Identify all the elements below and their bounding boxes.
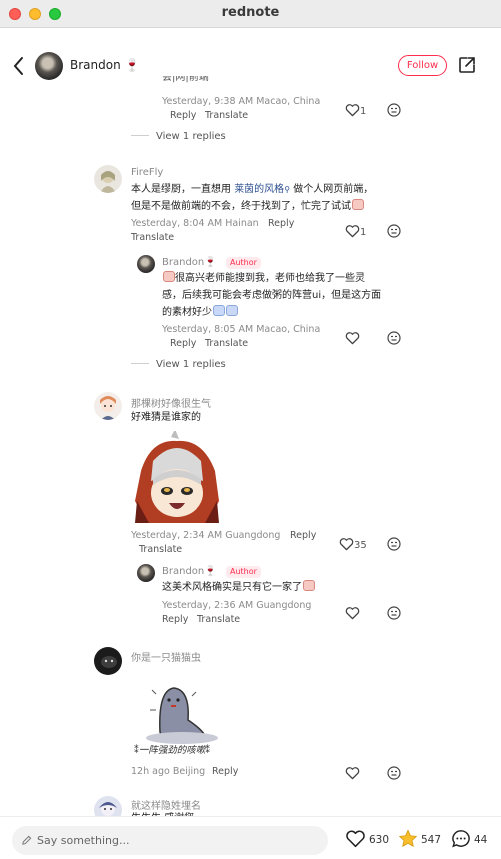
note-comment-button[interactable]: 44 bbox=[451, 829, 487, 848]
dislike-icon[interactable] bbox=[387, 537, 401, 551]
follow-button[interactable]: Follow bbox=[398, 55, 447, 76]
like-button[interactable]: 35 bbox=[339, 537, 367, 551]
translate-button[interactable]: Translate bbox=[205, 110, 248, 121]
translate-button[interactable]: Translate bbox=[205, 338, 248, 349]
view-replies-link[interactable]: View 1 replies bbox=[131, 359, 226, 370]
sticker-caption: ⁑一阵强劲的咳嗽⁑ bbox=[134, 745, 211, 756]
author-badge: Author bbox=[226, 257, 261, 269]
reply-button[interactable]: Reply bbox=[170, 338, 196, 349]
dislike-icon[interactable] bbox=[387, 224, 401, 238]
commenter-name[interactable]: 你是一只猫猫虫 bbox=[131, 649, 201, 664]
note-collect-button[interactable]: 547 bbox=[398, 829, 441, 848]
heart-icon bbox=[345, 332, 360, 345]
view-replies-link[interactable]: View 1 replies bbox=[131, 131, 226, 142]
window-titlebar: rednote bbox=[0, 0, 501, 28]
like-button[interactable]: 1 bbox=[345, 224, 366, 238]
like-button[interactable] bbox=[345, 766, 360, 780]
reply-button[interactable]: Reply bbox=[170, 110, 196, 121]
dislike-icon[interactable] bbox=[387, 766, 401, 780]
blush-emoji-icon bbox=[213, 305, 225, 316]
translate-button[interactable]: Translate bbox=[131, 232, 174, 243]
reply-author-name[interactable]: Brandon🍷 bbox=[162, 257, 217, 268]
comment-meta: Yesterday, 9:38 AM Macao, China bbox=[162, 96, 321, 107]
commenter-name[interactable]: 那棵树好像很生气 bbox=[131, 395, 211, 410]
share-icon[interactable] bbox=[458, 56, 476, 74]
translate-button[interactable]: Translate bbox=[197, 614, 240, 625]
reply-button[interactable]: Reply bbox=[268, 218, 294, 229]
reply-author-name[interactable]: Brandon🍷 bbox=[162, 566, 217, 577]
pig-emoji-icon bbox=[303, 580, 315, 591]
commenter-name[interactable]: FireFly bbox=[131, 167, 163, 178]
comment-text: 本人是缪厨，一直想用 莱茵的风格⚲ 做个人网页前端， 但是不是做前端的不会，终于… bbox=[131, 184, 374, 212]
comment-meta: 12h ago Beijing bbox=[131, 766, 206, 777]
heart-icon bbox=[345, 225, 360, 238]
pig-emoji-icon bbox=[163, 271, 175, 282]
commenter-avatar[interactable] bbox=[94, 165, 122, 193]
heart-icon bbox=[345, 104, 360, 117]
translate-button[interactable]: Translate bbox=[139, 544, 182, 555]
comment-text: 好难猜是谁家的 bbox=[131, 412, 201, 423]
pencil-icon bbox=[22, 835, 32, 845]
star-icon bbox=[399, 829, 417, 847]
comment-meta: Yesterday, 2:34 AM Guangdong bbox=[131, 530, 281, 541]
reply-author-avatar[interactable] bbox=[137, 564, 155, 582]
reply-text: 这美术风格确实是只有它一家了 bbox=[162, 579, 315, 596]
comment-text-partial: 会|网|前端 bbox=[162, 76, 209, 83]
like-button[interactable]: 1 bbox=[345, 103, 366, 117]
dislike-icon[interactable] bbox=[387, 331, 401, 345]
comment-bubble-icon bbox=[452, 830, 470, 848]
reply-button[interactable]: Reply bbox=[290, 530, 316, 541]
note-like-button[interactable]: 630 bbox=[345, 829, 389, 848]
back-arrow-icon[interactable] bbox=[11, 55, 27, 77]
like-button[interactable] bbox=[345, 606, 360, 620]
comment-list[interactable]: 会|网|前端 Yesterday, 9:38 AM Macao, China R… bbox=[0, 76, 501, 816]
reply-meta: Yesterday, 8:05 AM Macao, China bbox=[162, 324, 321, 335]
comment-input[interactable]: Say something... bbox=[12, 826, 328, 855]
blush-emoji-icon bbox=[226, 305, 238, 316]
author-badge: Author bbox=[226, 566, 261, 578]
topic-link[interactable]: 莱茵的风格 bbox=[234, 184, 284, 195]
heart-icon bbox=[339, 538, 354, 551]
reply-meta: Yesterday, 2:36 AM Guangdong bbox=[162, 600, 312, 611]
heart-icon bbox=[346, 830, 365, 848]
anime-sticker-image bbox=[135, 431, 219, 523]
like-button[interactable] bbox=[345, 331, 360, 345]
reply-author-avatar[interactable] bbox=[137, 255, 155, 273]
comment-meta: Yesterday, 8:04 AM Hainan bbox=[131, 218, 259, 229]
bottom-action-bar: Say something... 630 547 44 bbox=[0, 816, 501, 859]
reply-button[interactable]: Reply bbox=[162, 614, 188, 625]
commenter-avatar[interactable] bbox=[94, 796, 122, 816]
commenter-avatar[interactable] bbox=[94, 647, 122, 675]
heart-icon bbox=[345, 767, 360, 780]
search-icon: ⚲ bbox=[284, 185, 291, 194]
dislike-icon[interactable] bbox=[387, 606, 401, 620]
window-title: rednote bbox=[221, 5, 280, 20]
dislike-icon[interactable] bbox=[387, 103, 401, 117]
reply-button[interactable]: Reply bbox=[212, 766, 238, 777]
heart-icon bbox=[345, 607, 360, 620]
commenter-avatar[interactable] bbox=[94, 392, 122, 420]
pig-emoji-icon bbox=[352, 199, 364, 210]
reply-text: 很高兴老师能搜到我，老师也给我了一些灵 感，后续我可能会考虑做粥的阵营ui，但是… bbox=[162, 271, 382, 318]
author-name[interactable]: Brandon 🍷 bbox=[70, 58, 139, 72]
